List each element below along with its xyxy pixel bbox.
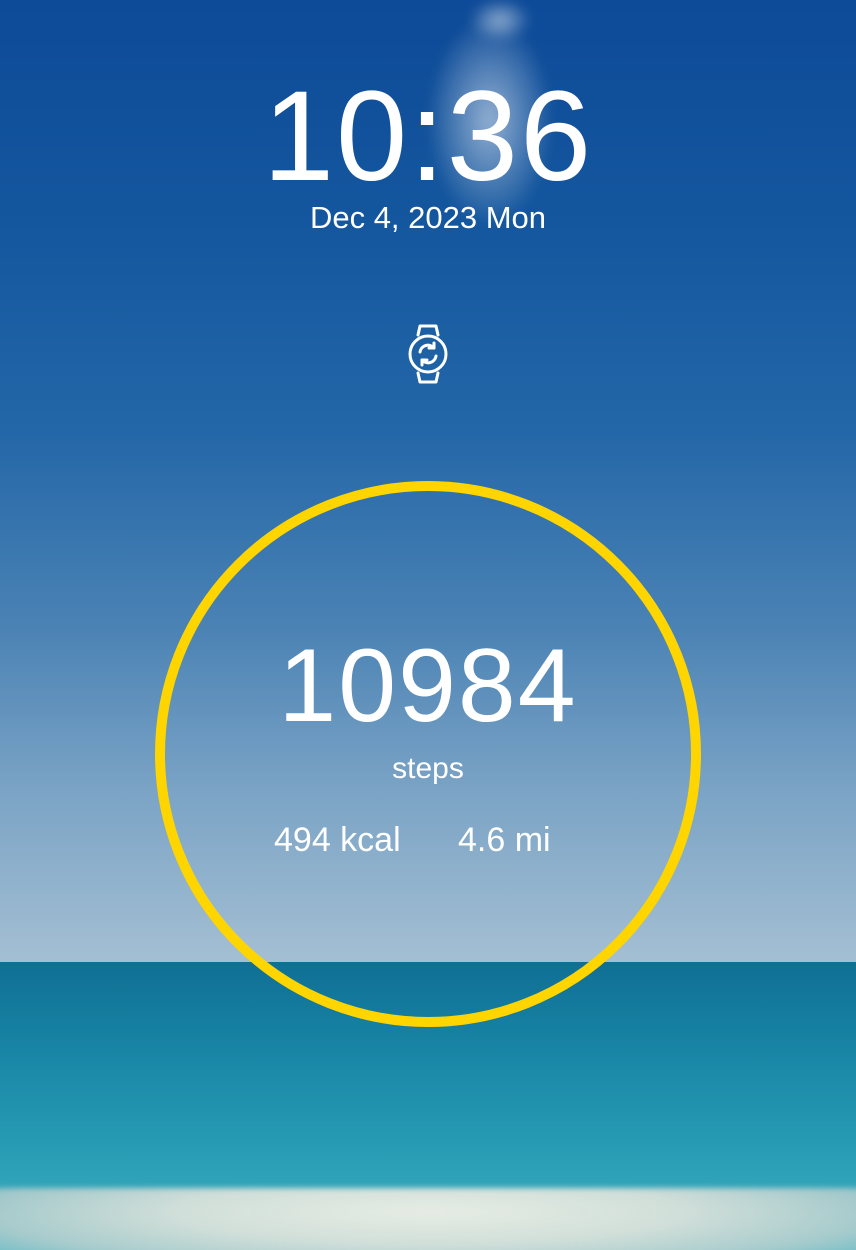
steps-count: 10984 (278, 628, 578, 744)
wallpaper-surf (0, 1188, 856, 1250)
distance-value: 4.6 mi (458, 821, 551, 859)
calories-value: 494 kcal (274, 821, 401, 859)
wallpaper-cloud (470, 0, 530, 40)
watch-sync-icon[interactable] (406, 323, 450, 385)
lock-screen-date: Dec 4, 2023 Mon (309, 200, 547, 235)
lock-screen-clock: 10:36 (262, 65, 594, 208)
steps-label: steps (392, 752, 464, 785)
